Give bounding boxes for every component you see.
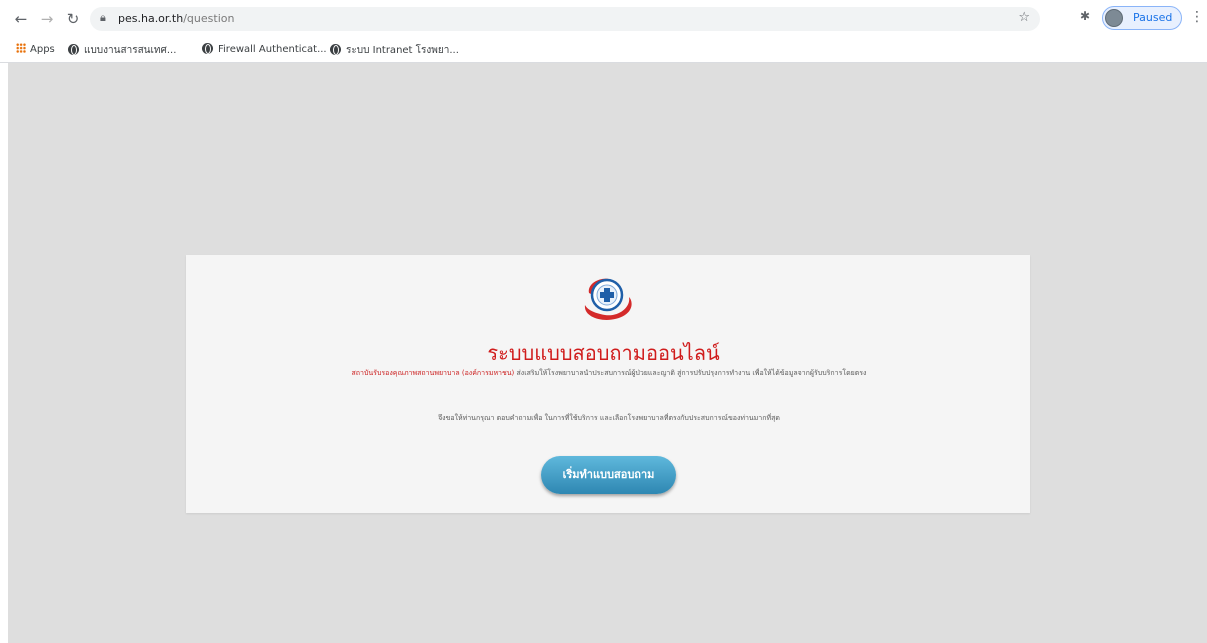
description-text: ส่งเสริมให้โรงพยาบาลนำประสบการณ์ผู้ป่วยแ… <box>516 369 867 377</box>
extensions-puzzle-icon[interactable]: ✱ <box>1080 9 1090 23</box>
lock-icon: 🔒︎ <box>100 11 106 24</box>
more-menu-icon[interactable]: ⋮ <box>1190 9 1204 25</box>
bookmark-label: แบบงานสารสนเทศ... <box>84 45 177 56</box>
description-line-1: สถาบันรับรองคุณภาพสถานพยาบาล (องค์การมหา… <box>214 368 1004 378</box>
organization-name: สถาบันรับรองคุณภาพสถานพยาบาล (องค์การมหา… <box>351 369 515 377</box>
url-path: /question <box>183 12 235 25</box>
browser-toolbar: ← → ↻ 🔒︎ pes.ha.or.th/question ☆ ✱ Pause… <box>0 0 1207 38</box>
bookmark-item[interactable]: แบบงานสารสนเทศ... <box>68 43 176 58</box>
globe-icon <box>202 43 213 54</box>
bookmarks-bar: Apps แบบงานสารสนเทศ... Firewall Authenti… <box>0 38 1207 63</box>
bookmark-apps[interactable]: Apps <box>16 43 55 55</box>
apps-grid-icon <box>16 43 26 53</box>
page-title: ระบบแบบสอบถามออนไลน์ <box>487 341 720 365</box>
bookmark-label: Firewall Authenticat... <box>218 44 327 55</box>
bookmark-item[interactable]: ระบบ Intranet โรงพยา... <box>330 43 459 58</box>
bookmark-label: ระบบ Intranet โรงพยา... <box>346 45 459 56</box>
profile-label: Paused <box>1133 11 1173 24</box>
profile-button[interactable]: Paused <box>1102 6 1182 30</box>
reload-icon[interactable]: ↻ <box>62 8 84 30</box>
bookmark-star-icon[interactable]: ☆ <box>1018 10 1030 25</box>
start-questionnaire-button[interactable]: เริ่มทำแบบสอบถาม <box>541 456 676 494</box>
bookmark-label: Apps <box>30 44 55 55</box>
description-line-2: จึงขอให้ท่านกรุณา ตอบคำถามเพื่อ ในการที่… <box>438 414 780 422</box>
address-bar[interactable]: 🔒︎ pes.ha.or.th/question ☆ <box>90 7 1040 31</box>
forward-arrow-icon[interactable]: → <box>36 8 58 30</box>
back-arrow-icon[interactable]: ← <box>10 8 32 30</box>
bookmark-item[interactable]: Firewall Authenticat... <box>202 43 327 55</box>
globe-icon <box>68 44 79 55</box>
url-text[interactable]: pes.ha.or.th/question <box>118 12 234 25</box>
globe-icon <box>330 44 341 55</box>
avatar <box>1105 9 1123 27</box>
hospital-accreditation-logo-icon <box>584 278 632 320</box>
url-domain: pes.ha.or.th <box>118 12 184 25</box>
